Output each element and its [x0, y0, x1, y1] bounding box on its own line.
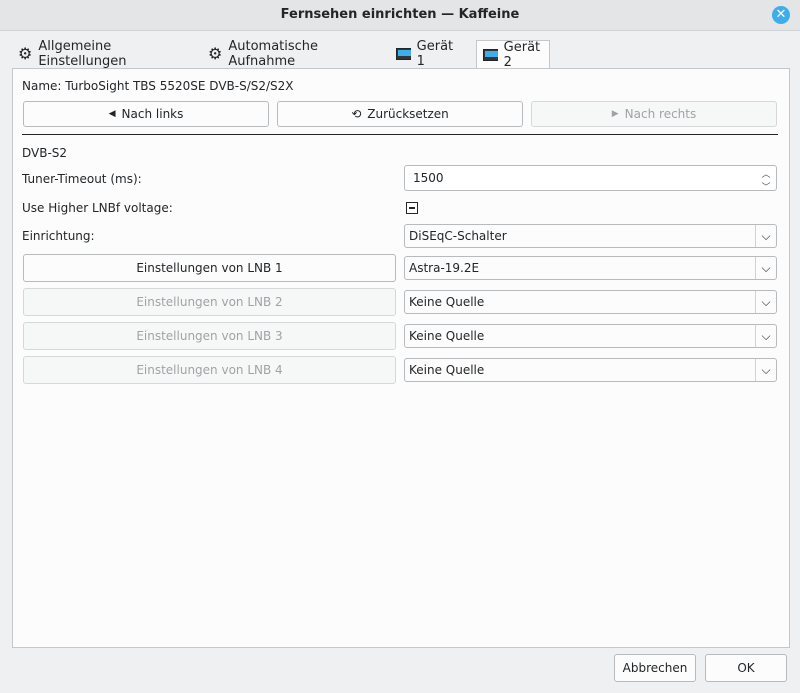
tv-device-icon — [396, 47, 411, 60]
tv-device-icon — [483, 48, 498, 61]
lnb-3-settings-button[interactable]: Einstellungen von LNB 3 — [23, 322, 396, 350]
window-title: Fernsehen einrichten — Kaffeine — [280, 7, 520, 22]
chevron-down-icon: ⌵ — [755, 291, 776, 313]
tab-device-2[interactable]: Gerät 2 — [476, 39, 551, 70]
lnb-3-source-select[interactable]: Keine Quelle ⌵ — [404, 324, 777, 348]
setup-select[interactable]: DiSEqC-Schalter ⌵ — [404, 224, 777, 248]
setup-value: DiSEqC-Schalter — [409, 229, 507, 243]
section-title: DVB-S2 — [22, 146, 68, 160]
lnb-source-value: Astra-19.2E — [409, 261, 480, 275]
ok-button[interactable]: OK — [705, 654, 787, 682]
tab-general[interactable]: ⚙ Allgemeine Einstellungen — [12, 38, 132, 69]
reset-button[interactable]: ⟲ Zurücksetzen — [277, 101, 523, 127]
tab-device-1[interactable]: Gerät 1 — [390, 38, 462, 69]
nav-right-button[interactable]: ▶ Nach rechts — [531, 101, 777, 127]
lnb-button-label: Einstellungen von LNB 1 — [136, 261, 283, 275]
device-name: Name: TurboSight TBS 5520SE DVB-S/S2/S2X — [22, 79, 294, 93]
nav-left-label: Nach links — [121, 107, 184, 121]
separator — [22, 134, 778, 135]
reset-label: Zurücksetzen — [367, 107, 449, 121]
chevron-down-icon: ⌵ — [755, 257, 776, 279]
lnb-voltage-label: Use Higher LNBf voltage: — [22, 201, 173, 215]
lnb-1-settings-button[interactable]: Einstellungen von LNB 1 — [23, 254, 396, 282]
setup-label: Einrichtung: — [22, 229, 95, 243]
lnb-2-source-select[interactable]: Keine Quelle ⌵ — [404, 290, 777, 314]
cancel-button[interactable]: Abbrechen — [614, 654, 696, 682]
lnb-button-label: Einstellungen von LNB 4 — [136, 363, 283, 377]
triangle-right-icon: ▶ — [611, 109, 619, 119]
nav-left-button[interactable]: ◀ Nach links — [23, 101, 269, 127]
tab-label: Allgemeine Einstellungen — [38, 38, 127, 69]
chevron-down-icon: ⌵ — [755, 325, 776, 347]
tuner-timeout-label: Tuner-Timeout (ms): — [22, 172, 142, 186]
tuner-timeout-spinbox[interactable]: 1500 ︿ ﹀ — [404, 165, 777, 193]
title-bar: Fernsehen einrichten — Kaffeine ✕ — [0, 0, 800, 31]
nav-right-label: Nach rechts — [624, 107, 697, 121]
triangle-left-icon: ◀ — [108, 109, 116, 119]
lnb-voltage-checkbox[interactable] — [406, 202, 418, 214]
lnb-source-value: Keine Quelle — [409, 363, 485, 377]
tab-label: Automatische Aufnahme — [228, 38, 319, 69]
spin-arrows-icon[interactable]: ︿ ﹀ — [760, 167, 772, 193]
tab-recording[interactable]: ⚙ Automatische Aufnahme — [202, 38, 324, 69]
lnb-2-settings-button[interactable]: Einstellungen von LNB 2 — [23, 288, 396, 316]
lnb-button-label: Einstellungen von LNB 3 — [136, 329, 283, 343]
tab-label: Gerät 1 — [416, 38, 454, 69]
chevron-down-icon: ⌵ — [755, 359, 776, 381]
chevron-down-icon: ⌵ — [755, 225, 776, 247]
lnb-4-settings-button[interactable]: Einstellungen von LNB 4 — [23, 356, 396, 384]
undo-icon: ⟲ — [351, 107, 362, 121]
gear-icon: ⚙ — [208, 44, 223, 63]
lnb-source-value: Keine Quelle — [409, 329, 485, 343]
lnb-4-source-select[interactable]: Keine Quelle ⌵ — [404, 358, 777, 382]
tuner-timeout-value: 1500 — [413, 171, 444, 185]
lnb-button-label: Einstellungen von LNB 2 — [136, 295, 283, 309]
close-icon[interactable]: ✕ — [772, 6, 790, 24]
tab-label: Gerät 2 — [503, 39, 541, 70]
gear-icon: ⚙ — [18, 44, 33, 63]
lnb-source-value: Keine Quelle — [409, 295, 485, 309]
device-panel: Name: TurboSight TBS 5520SE DVB-S/S2/S2X… — [12, 68, 790, 648]
lnb-1-source-select[interactable]: Astra-19.2E ⌵ — [404, 256, 777, 280]
